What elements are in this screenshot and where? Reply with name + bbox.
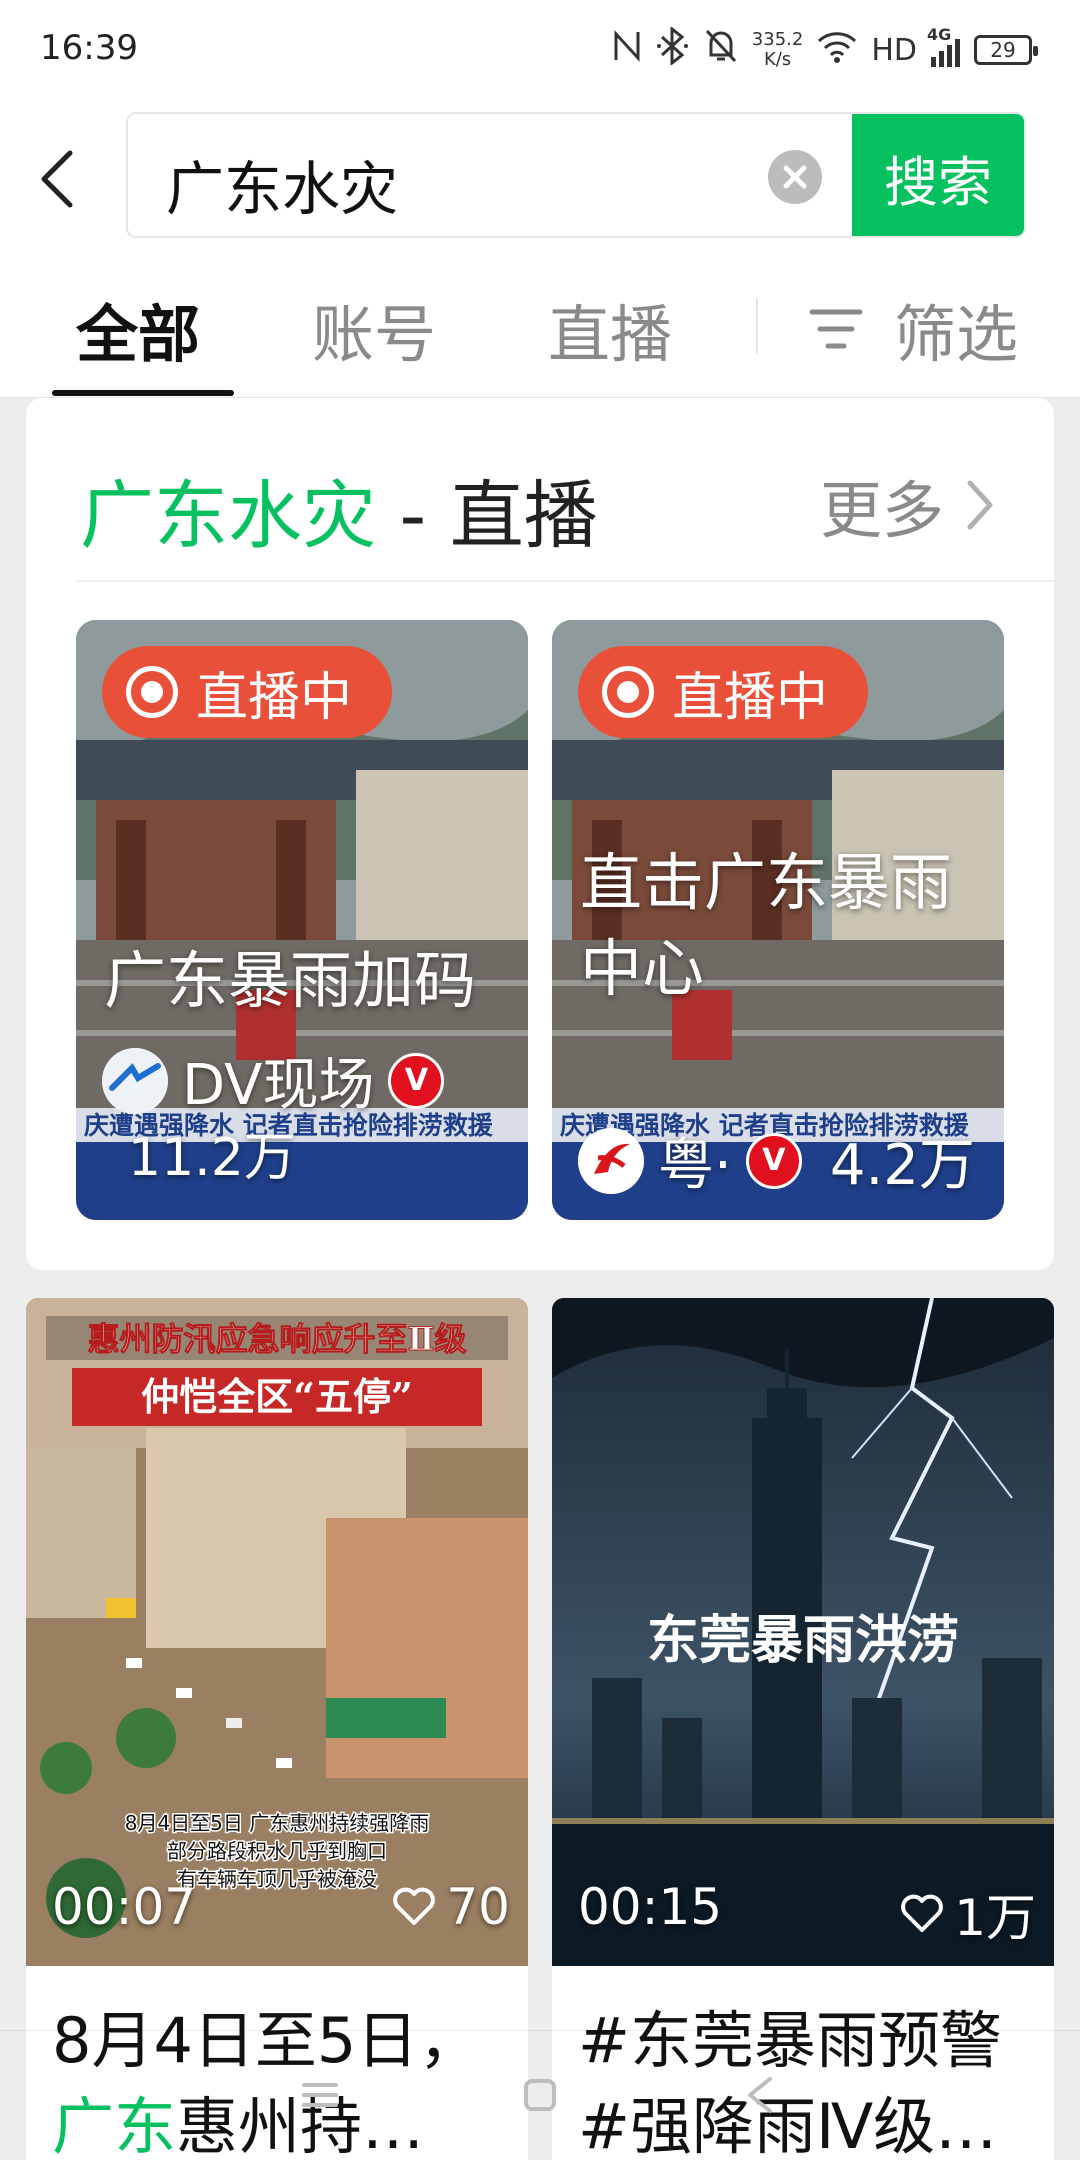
menu-nav-button[interactable] [290,2065,350,2125]
mute-bell-icon [704,27,738,73]
back-nav-button[interactable] [730,2065,790,2125]
search-header: 广东水灾 搜索 [0,100,1080,260]
status-time: 16:39 [40,28,138,68]
filter-button[interactable]: 筛选 [808,284,1018,374]
live-stream-card[interactable]: 庆遭遇强降水 记者直击抢险排涝救援 直播中 直击广东暴雨中心 粤· V 4.2万 [552,620,1004,1220]
active-tab-indicator [52,390,234,396]
search-button[interactable]: 搜索 [852,114,1024,236]
triangle-back-icon [748,2077,772,2113]
nfc-icon [612,28,642,72]
overlay-headline: 惠州防汛应急响应升至Ⅱ级 [88,1320,467,1358]
status-bar: 16:39 335.2 K/s HD 4G 29 [0,0,1080,100]
live-section-suffix: - 直播 [376,473,598,559]
tab-divider [756,298,758,354]
menu-icon [302,2083,338,2107]
verified-badge: V [388,1052,445,1109]
wifi-icon [817,29,857,71]
live-record-icon [126,666,178,718]
tab-accounts[interactable]: 账号 [312,284,436,374]
live-title: 直击广东暴雨中心 [580,846,953,1005]
net-speed: 335.2 K/s [751,29,804,70]
video-thumbnail: 惠州防汛应急响应升至Ⅱ级 仲恺全区“五停” 8月4日至5日 广东惠州持续强降雨 … [26,1298,528,1966]
square-icon [524,2079,556,2111]
back-button[interactable] [36,145,96,225]
avatar [578,1127,644,1194]
verified-badge: V [745,1132,802,1189]
bluetooth-icon [656,25,690,73]
live-badge: 直播中 [102,646,393,738]
system-nav-bar [0,2030,1080,2160]
like-count: 70 [392,1878,510,1936]
viewer-count: 11.2万 [128,1128,296,1188]
overlay-caption: 部分路段积水几乎到胸口 [167,1839,387,1863]
more-live-link[interactable]: 更多 [820,460,994,550]
avatar [102,1047,168,1114]
live-record-icon [602,666,654,718]
search-query: 广东水灾 [166,155,399,223]
more-label: 更多 [819,474,944,547]
search-input[interactable]: 广东水灾 搜索 [126,112,1026,238]
filter-icon [809,309,863,349]
live-author: DV现场 V [102,1040,445,1121]
live-section-keyword: 广东水灾 [80,473,376,559]
home-nav-button[interactable] [510,2065,570,2125]
filter-label: 筛选 [894,298,1019,371]
overlay-caption: 有车辆车顶几乎被淹没 [177,1867,377,1891]
video-thumbnail: 东莞暴雨洪涝 00:15 1万 [552,1298,1054,1966]
tab-live[interactable]: 直播 [548,284,672,374]
section-divider [76,580,1054,582]
result-tabs: 全部 账号 直播 筛选 [0,260,1080,398]
clear-search-button[interactable] [768,150,822,204]
status-icons: 335.2 K/s HD 4G 29 [612,22,1038,78]
live-section-card: 广东水灾 - 直播 更多 庆遭遇强降水 记者直击抢险排涝救援 直播中 广东暴雨加… [26,398,1054,1270]
battery-indicator: 29 [974,35,1038,65]
storm-city-image: 东莞暴雨洪涝 [552,1298,1054,1966]
live-stream-card[interactable]: 庆遭遇强降水 记者直击抢险排涝救援 直播中 广东暴雨加码 DV现场 V 11.2… [76,620,528,1220]
heart-icon [901,1894,944,1932]
video-duration: 00:07 [52,1878,197,1936]
chevron-right-icon [967,480,993,530]
overlay-title: 东莞暴雨洪涝 [647,1610,959,1671]
hd-label: HD [871,32,917,68]
like-count: 1万 [900,1878,1036,1950]
tab-all[interactable]: 全部 [76,284,200,374]
signal-icon: 4G [927,25,960,67]
flood-aerial-image: 惠州防汛应急响应升至Ⅱ级 仲恺全区“五停” 8月4日至5日 广东惠州持续强降雨 … [26,1298,528,1966]
chevron-left-icon [41,150,73,208]
live-author: 粤· V 4.2万 [578,1120,975,1201]
live-section-title: 广东水灾 - 直播 [80,456,598,563]
viewer-count: 4.2万 [829,1133,975,1198]
overlay-caption: 8月4日至5日 广东惠州持续强降雨 [125,1811,430,1835]
close-icon [783,165,807,189]
author-name: 粤· [658,1133,732,1198]
video-duration: 00:15 [578,1878,723,1936]
author-name: DV现场 [182,1053,375,1118]
live-badge: 直播中 [578,646,869,738]
live-title: 广东暴雨加码 [104,944,477,1017]
heart-icon [393,1887,436,1925]
overlay-banner: 仲恺全区“五停” [141,1374,413,1419]
